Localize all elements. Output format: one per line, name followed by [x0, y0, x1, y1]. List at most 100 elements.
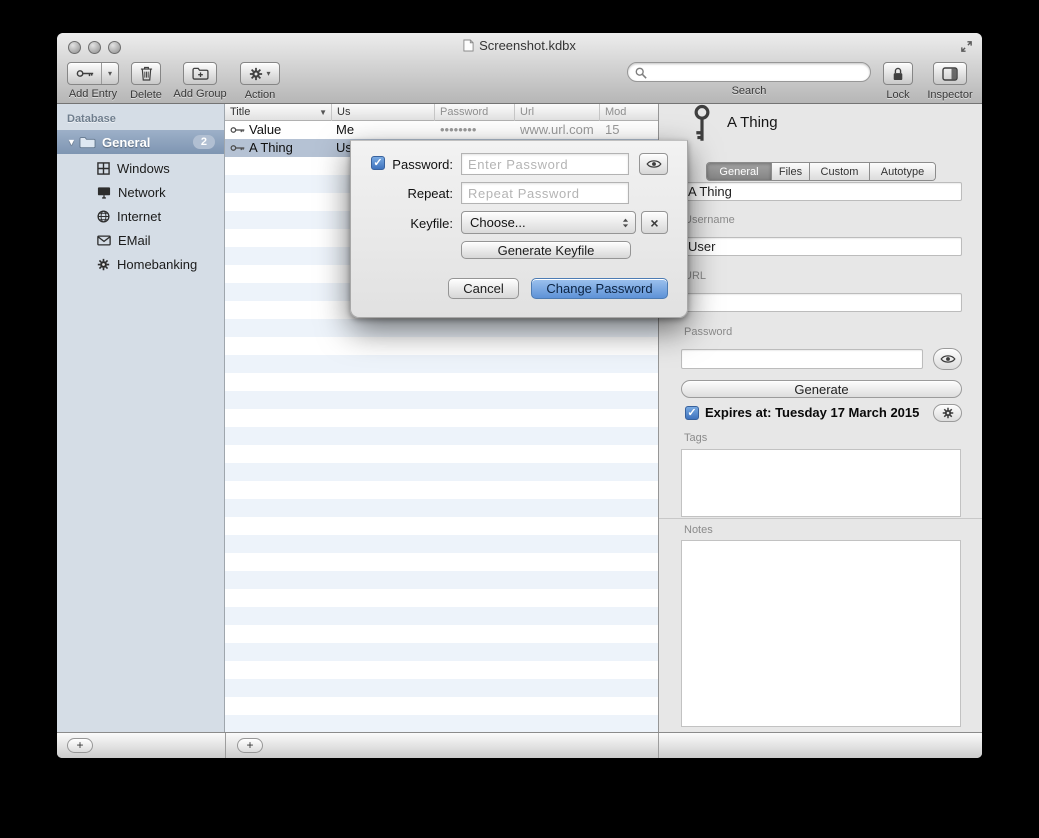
action-item: ▾ Action: [237, 62, 283, 101]
inspector-button[interactable]: [933, 62, 967, 85]
dialog-password-input[interactable]: [461, 153, 629, 175]
username-label: Username: [684, 214, 735, 226]
sidebar: Database ▼ General 2 Windows Network: [57, 104, 225, 732]
url-field[interactable]: [681, 293, 962, 312]
dialog-password-label: Password:: [381, 157, 453, 172]
list-header: Title ▼ Us Password Url Mod: [225, 104, 658, 121]
sidebar-item-network[interactable]: Network: [57, 180, 224, 204]
add-entry-button[interactable]: ▾: [67, 62, 119, 85]
sidebar-item-label: EMail: [118, 233, 151, 248]
delete-button[interactable]: [131, 62, 161, 85]
tab-custom[interactable]: Custom: [810, 163, 870, 180]
sidebar-section-header: Database: [67, 113, 116, 125]
globe-icon: [97, 210, 110, 223]
entry-key-icon: [687, 116, 717, 130]
padlock-icon: [892, 67, 904, 81]
dialog-repeat-input[interactable]: [461, 182, 629, 204]
expires-options-button[interactable]: [933, 404, 962, 422]
search-input[interactable]: [627, 62, 871, 82]
fullscreen-icon[interactable]: [960, 40, 973, 53]
dialog-reveal-password-button[interactable]: [639, 153, 668, 175]
gear-icon: [942, 407, 954, 419]
bottom-bar: + +: [57, 732, 982, 758]
sidebar-item-label: Internet: [117, 209, 161, 224]
keyfile-selected-value: Choose...: [470, 215, 526, 230]
generate-keyfile-button[interactable]: Generate Keyfile: [461, 241, 631, 259]
column-header-modified[interactable]: Mod: [600, 104, 658, 121]
titlebar: Screenshot.kdbx: [57, 38, 982, 53]
sort-indicator-icon: ▼: [319, 105, 327, 121]
entry-row-value[interactable]: Value Me •••••••• www.url.com 15: [225, 121, 658, 139]
divider: [658, 733, 659, 758]
password-label: Password: [684, 326, 732, 338]
sidebar-item-internet[interactable]: Internet: [57, 204, 224, 228]
lock-button[interactable]: [883, 62, 913, 85]
sidebar-group-label: General: [102, 135, 150, 150]
add-group-label: Add Group: [169, 88, 231, 100]
column-header-username[interactable]: Us: [332, 104, 435, 121]
add-group-plus-button[interactable]: +: [67, 738, 93, 753]
entry-modified: 15: [605, 122, 619, 137]
add-entry-plus-button[interactable]: +: [237, 738, 263, 753]
search-icon: [635, 67, 647, 79]
sidebar-item-windows[interactable]: Windows: [57, 156, 224, 180]
sidebar-group-general[interactable]: ▼ General 2: [57, 130, 224, 154]
inspector-tabbar: General Files Custom Autotype: [706, 162, 936, 181]
delete-item: Delete: [127, 62, 165, 101]
search-label: Search: [627, 85, 871, 97]
column-header-url[interactable]: Url: [515, 104, 600, 121]
generate-password-button[interactable]: Generate: [681, 380, 962, 398]
chevron-down-icon[interactable]: ▾: [101, 63, 118, 84]
password-field[interactable]: [681, 349, 923, 369]
add-group-button[interactable]: [183, 62, 217, 85]
disclosure-triangle-icon[interactable]: ▼: [67, 137, 79, 147]
key-icon: [230, 126, 245, 134]
clear-keyfile-button[interactable]: ×: [641, 211, 668, 234]
lock-label: Lock: [879, 89, 917, 101]
change-password-button[interactable]: Change Password: [531, 278, 668, 299]
document-icon: [463, 39, 474, 52]
check-icon: ✓: [687, 407, 696, 419]
trash-icon: [140, 66, 153, 81]
tab-autotype[interactable]: Autotype: [870, 163, 935, 180]
divider: [225, 733, 226, 758]
entry-title: Value: [249, 122, 281, 137]
tags-input[interactable]: [681, 449, 961, 517]
sidebar-item-label: Homebanking: [117, 257, 197, 272]
notes-label: Notes: [684, 524, 713, 536]
dialog-repeat-label: Repeat:: [381, 186, 453, 201]
tab-general[interactable]: General: [707, 163, 772, 180]
reveal-password-button[interactable]: [933, 348, 962, 370]
sidebar-item-label: Windows: [117, 161, 170, 176]
keyfile-dropdown[interactable]: Choose...: [461, 211, 636, 234]
username-field[interactable]: [681, 237, 962, 256]
entry-url: www.url.com: [520, 122, 594, 137]
app-window: Screenshot.kdbx ▾ Add Entry Delete: [57, 33, 982, 758]
inspector-entry-title: A Thing: [727, 114, 778, 131]
sidebar-item-label: Network: [118, 185, 166, 200]
change-password-dialog: ✓ Password: Repeat: Keyfile: Choose... ×…: [350, 140, 688, 318]
column-header-title[interactable]: Title ▼: [225, 104, 332, 121]
monitor-icon: [97, 186, 111, 199]
gear-icon: [249, 67, 263, 81]
entry-title: A Thing: [249, 140, 293, 155]
inspector-panel-icon: [942, 67, 958, 81]
expires-checkbox[interactable]: ✓: [685, 406, 699, 420]
entry-password: ••••••••: [440, 122, 476, 137]
sidebar-item-email[interactable]: EMail: [57, 228, 224, 252]
title-field[interactable]: [681, 182, 962, 201]
add-group-item: Add Group: [169, 62, 231, 100]
section-divider: [659, 518, 982, 519]
action-button[interactable]: ▾: [240, 62, 280, 85]
cancel-button[interactable]: Cancel: [448, 278, 519, 299]
sidebar-item-homebanking[interactable]: Homebanking: [57, 252, 224, 276]
expires-label: Expires at: Tuesday 17 March 2015: [705, 405, 919, 420]
column-header-password[interactable]: Password: [435, 104, 515, 121]
tags-label: Tags: [684, 432, 707, 444]
notes-input[interactable]: [681, 540, 961, 727]
folder-icon: [79, 136, 96, 149]
tab-files[interactable]: Files: [772, 163, 810, 180]
delete-label: Delete: [127, 89, 165, 101]
add-entry-label: Add Entry: [63, 88, 123, 100]
key-icon: [68, 63, 101, 84]
